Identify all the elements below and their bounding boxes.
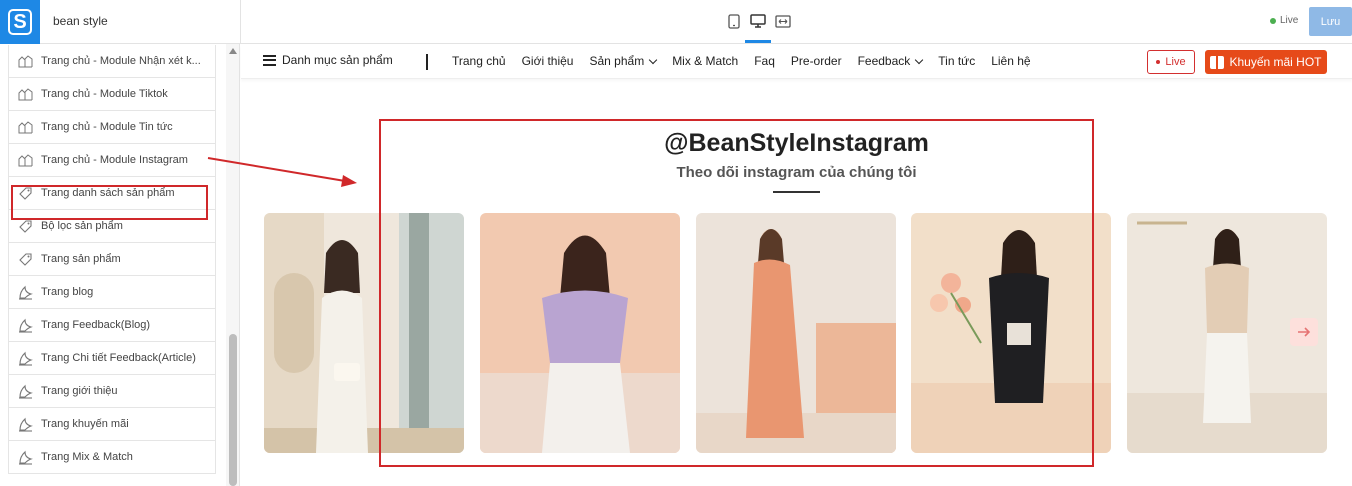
sidebar-item-label: Trang chủ - Module Tiktok — [41, 88, 168, 100]
sidebar-item-label: Trang Mix & Match — [41, 451, 133, 463]
sidebar-item-label: Trang sản phẩm — [41, 253, 121, 265]
nav-feedback[interactable]: Feedback — [857, 54, 924, 68]
sidebar-item[interactable]: Trang blog — [8, 276, 216, 309]
nav-feedback-label: Feedback — [857, 54, 911, 68]
sidebar-item[interactable]: Trang Chi tiết Feedback(Article) — [8, 342, 216, 375]
sidebar-item-label: Trang giới thiệu — [41, 385, 118, 397]
fullwidth-view-icon[interactable] — [774, 12, 792, 30]
chevron-down-icon — [648, 55, 658, 64]
promo-button[interactable]: Khuyến mãi HOT — [1205, 50, 1327, 74]
app-header: S bean style Live Lưu — [0, 0, 1352, 44]
save-button[interactable]: Lưu — [1309, 7, 1352, 36]
layout-icon — [18, 153, 33, 168]
site-name: bean style — [53, 14, 108, 28]
blog-icon — [18, 417, 33, 432]
blog-icon — [18, 285, 33, 300]
logo-icon: S — [8, 9, 32, 35]
hamburger-icon — [263, 54, 276, 66]
live-dot-icon — [1270, 17, 1276, 24]
header-divider — [240, 0, 241, 44]
sidebar-item-label: Bộ lọc sản phẩm — [41, 220, 123, 232]
desktop-view-icon[interactable] — [745, 12, 771, 43]
live-status: Live — [1270, 15, 1298, 26]
page-template-sidebar: Trang chủ - Module Nhận xét k... Trang ch… — [0, 44, 240, 486]
live-button[interactable]: Live — [1147, 50, 1195, 74]
sidebar-item[interactable]: Trang chủ - Module Tiktok — [8, 78, 216, 111]
category-menu-label: Danh mục sản phẩm — [282, 53, 393, 67]
live-dot-icon — [1156, 60, 1161, 64]
sidebar-item-label: Trang chủ - Module Tin tức — [41, 121, 173, 133]
sidebar-item-label: Trang khuyến mãi — [41, 418, 129, 430]
carousel-next-button[interactable] — [1290, 318, 1318, 346]
nav-faq[interactable]: Faq — [754, 54, 775, 68]
sidebar-item[interactable]: Trang chủ - Module Tin tức — [8, 111, 216, 144]
promo-button-label: Khuyến mãi HOT — [1229, 55, 1322, 69]
mobile-view-icon[interactable] — [725, 12, 743, 30]
nav-contact[interactable]: Liên hệ — [991, 54, 1030, 68]
scrollbar-thumb[interactable] — [229, 334, 237, 486]
blog-icon — [18, 450, 33, 465]
sidebar-item[interactable]: Trang Mix & Match — [8, 441, 216, 474]
nav-separator — [426, 54, 428, 70]
sidebar-item[interactable]: Trang chủ - Module Nhận xét k... — [8, 45, 216, 78]
nav-products[interactable]: Sản phẩm — [589, 54, 658, 68]
nav-about[interactable]: Giới thiệu — [522, 54, 574, 68]
layout-icon — [18, 120, 33, 135]
blog-icon — [18, 351, 33, 366]
sidebar-item[interactable]: Trang chủ - Module Instagram — [8, 144, 216, 177]
sidebar-item[interactable]: Trang khuyến mãi — [8, 408, 216, 441]
template-list: Trang chủ - Module Nhận xét k... Trang ch… — [8, 45, 216, 474]
sidebar-item-label: Trang chủ - Module Nhận xét k... — [41, 55, 201, 67]
tag-icon — [18, 252, 33, 267]
sidebar-item-label: Trang Feedback(Blog) — [41, 319, 151, 331]
nav-preorder[interactable]: Pre-order — [791, 54, 842, 68]
tag-icon — [18, 219, 33, 234]
chevron-down-icon — [915, 55, 924, 64]
gift-icon — [1210, 55, 1225, 69]
scroll-up-icon[interactable] — [229, 48, 237, 54]
sidebar-item-label: Trang Chi tiết Feedback(Article) — [41, 352, 196, 364]
sidebar-item[interactable]: Trang sản phẩm — [8, 243, 216, 276]
sidebar-item[interactable]: Trang Feedback(Blog) — [8, 309, 216, 342]
nav-home[interactable]: Trang chủ — [452, 54, 506, 68]
highlight-box — [11, 185, 208, 220]
arrow-right-icon — [1298, 327, 1311, 337]
store-navbar: Danh mục sản phẩm Trang chủ Giới thiệu S… — [241, 45, 1352, 79]
live-button-label: Live — [1165, 56, 1186, 68]
blog-icon — [18, 318, 33, 333]
app-logo[interactable]: S — [0, 0, 40, 44]
sidebar-item-label: Trang blog — [41, 286, 94, 298]
sidebar-item-label: Trang chủ - Module Instagram — [41, 154, 188, 166]
sidebar-item[interactable]: Trang giới thiệu — [8, 375, 216, 408]
nav-news[interactable]: Tin tức — [938, 54, 975, 68]
layout-icon — [18, 54, 33, 69]
category-menu[interactable]: Danh mục sản phẩm — [263, 53, 393, 67]
live-status-label: Live — [1280, 15, 1299, 26]
blog-icon — [18, 384, 33, 399]
nav-mix-match[interactable]: Mix & Match — [672, 54, 738, 68]
layout-icon — [18, 87, 33, 102]
section-highlight-box — [379, 119, 1094, 467]
nav-products-label: Sản phẩm — [589, 54, 645, 68]
